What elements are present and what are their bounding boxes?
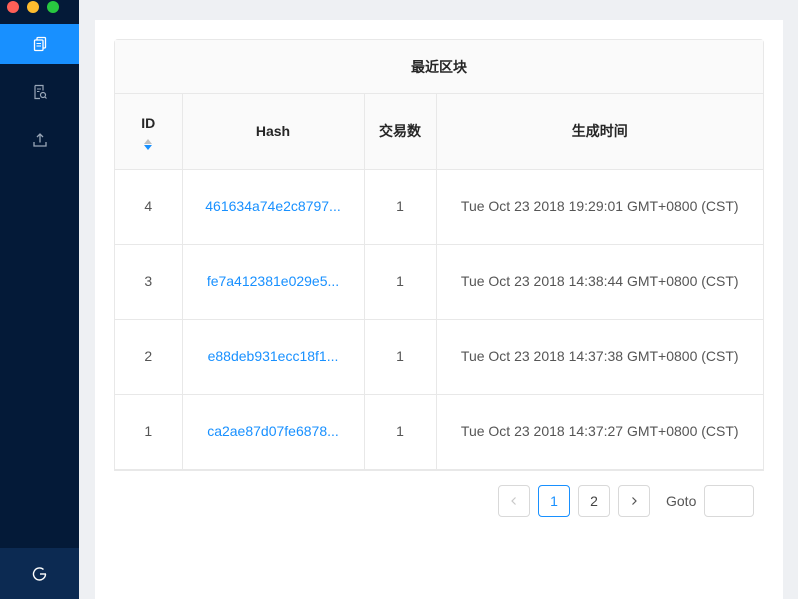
column-header-hash: Hash	[182, 94, 365, 170]
page-button-1[interactable]: 1	[538, 485, 570, 517]
blocks-table: ID Hash 交易数 生成时间 4 461634a74e2c8797... 1	[115, 94, 763, 470]
pagination: 1 2 Goto	[498, 485, 755, 517]
cell-hash: ca2ae87d07fe6878...	[182, 394, 365, 470]
main-content: 最近区块 ID Hash 交易数 生成时间 4 461634a74e2c8797…	[95, 20, 783, 599]
cell-tx-count: 1	[364, 394, 437, 470]
sidebar-item-upload[interactable]	[0, 120, 79, 160]
cell-id: 4	[115, 169, 183, 245]
window-controls	[7, 1, 59, 13]
sidebar	[0, 0, 79, 599]
column-header-id[interactable]: ID	[115, 94, 183, 170]
sidebar-item-query[interactable]	[0, 72, 79, 112]
cell-hash: e88deb931ecc18f1...	[182, 319, 365, 395]
table-row: 2 e88deb931ecc18f1... 1 Tue Oct 23 2018 …	[115, 319, 763, 395]
search-document-icon	[33, 84, 47, 100]
hash-link[interactable]: ca2ae87d07fe6878...	[207, 421, 339, 442]
upload-icon	[32, 133, 47, 147]
hash-link[interactable]: 461634a74e2c8797...	[205, 196, 340, 217]
minimize-window-button[interactable]	[27, 1, 39, 13]
table-header-row: ID Hash 交易数 生成时间	[115, 94, 763, 170]
cell-time: Tue Oct 23 2018 14:37:38 GMT+0800 (CST)	[436, 319, 763, 395]
table-row: 1 ca2ae87d07fe6878... 1 Tue Oct 23 2018 …	[115, 394, 763, 470]
cell-time: Tue Oct 23 2018 14:37:27 GMT+0800 (CST)	[436, 394, 763, 470]
page-button-2[interactable]: 2	[578, 485, 610, 517]
maximize-window-button[interactable]	[47, 1, 59, 13]
prev-page-button[interactable]	[498, 485, 530, 517]
column-header-tx-count: 交易数	[364, 94, 437, 170]
hash-link[interactable]: fe7a412381e029e5...	[207, 271, 339, 292]
cell-id: 3	[115, 244, 183, 320]
goto-input[interactable]	[704, 485, 755, 517]
cell-hash: fe7a412381e029e5...	[182, 244, 365, 320]
sort-ascending-icon	[144, 138, 153, 144]
column-header-id-label: ID	[141, 114, 156, 131]
close-window-button[interactable]	[7, 1, 19, 13]
recent-blocks-table: 最近区块 ID Hash 交易数 生成时间 4 461634a74e2c8797…	[114, 39, 764, 471]
logout-icon	[32, 566, 46, 581]
table-row: 3 fe7a412381e029e5... 1 Tue Oct 23 2018 …	[115, 244, 763, 320]
logout-button[interactable]	[0, 548, 79, 599]
sort-descending-icon	[144, 144, 153, 150]
cell-time: Tue Oct 23 2018 14:38:44 GMT+0800 (CST)	[436, 244, 763, 320]
chevron-left-icon	[511, 497, 516, 505]
cell-id: 1	[115, 394, 183, 470]
table-row: 4 461634a74e2c8797... 1 Tue Oct 23 2018 …	[115, 169, 763, 245]
next-page-button[interactable]	[618, 485, 650, 517]
sidebar-item-blocks[interactable]	[0, 24, 79, 64]
sort-icon[interactable]	[129, 138, 168, 150]
cell-tx-count: 1	[364, 169, 437, 245]
cell-id: 2	[115, 319, 183, 395]
goto-label: Goto	[666, 493, 697, 509]
cell-tx-count: 1	[364, 319, 437, 395]
table-title: 最近区块	[115, 40, 763, 94]
cell-hash: 461634a74e2c8797...	[182, 169, 365, 245]
cell-time: Tue Oct 23 2018 19:29:01 GMT+0800 (CST)	[436, 169, 763, 245]
hash-link[interactable]: e88deb931ecc18f1...	[208, 346, 339, 367]
column-header-time: 生成时间	[436, 94, 763, 170]
document-copy-icon	[33, 36, 46, 52]
cell-tx-count: 1	[364, 244, 437, 320]
chevron-right-icon	[632, 497, 637, 505]
